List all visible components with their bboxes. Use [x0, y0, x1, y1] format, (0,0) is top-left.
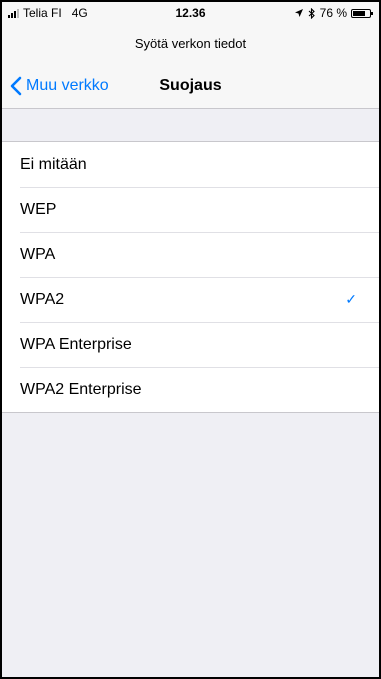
security-option-wep[interactable]: WEP: [2, 187, 379, 232]
security-option-label: WPA Enterprise: [20, 336, 132, 353]
security-option-label: WEP: [20, 201, 57, 218]
security-option-wpa2-enterprise[interactable]: WPA2 Enterprise: [2, 367, 379, 412]
page-title: Suojaus: [159, 77, 222, 94]
security-option-wpa2[interactable]: WPA2 ✓: [2, 277, 379, 322]
security-option-wpa[interactable]: WPA: [2, 232, 379, 277]
security-option-label: WPA2: [20, 291, 65, 308]
security-options-list: Ei mitään WEP WPA WPA2 ✓ WPA Enterprise …: [2, 141, 379, 413]
battery-level: [353, 10, 366, 16]
security-option-none[interactable]: Ei mitään: [2, 142, 379, 187]
location-arrow-icon: [294, 9, 303, 17]
security-option-label: Ei mitään: [20, 156, 87, 173]
status-right: 76 %: [294, 6, 373, 20]
security-option-label: WPA: [20, 246, 56, 263]
checkmark-icon: ✓: [345, 291, 357, 307]
battery-percentage: 76 %: [319, 6, 347, 20]
battery-icon: [351, 8, 373, 18]
navigation-bar: Muu verkko Suojaus: [2, 64, 379, 109]
status-bar: Telia FI 4G 12.36 76 %: [2, 2, 379, 24]
prompt-text: Syötä verkon tiedot: [2, 24, 379, 64]
bluetooth-icon: [308, 7, 315, 19]
phone-screen: Telia FI 4G 12.36 76 % Syötä verkon tied…: [0, 0, 381, 679]
security-option-wpa-enterprise[interactable]: WPA Enterprise: [2, 322, 379, 367]
security-option-label: WPA2 Enterprise: [20, 381, 142, 398]
